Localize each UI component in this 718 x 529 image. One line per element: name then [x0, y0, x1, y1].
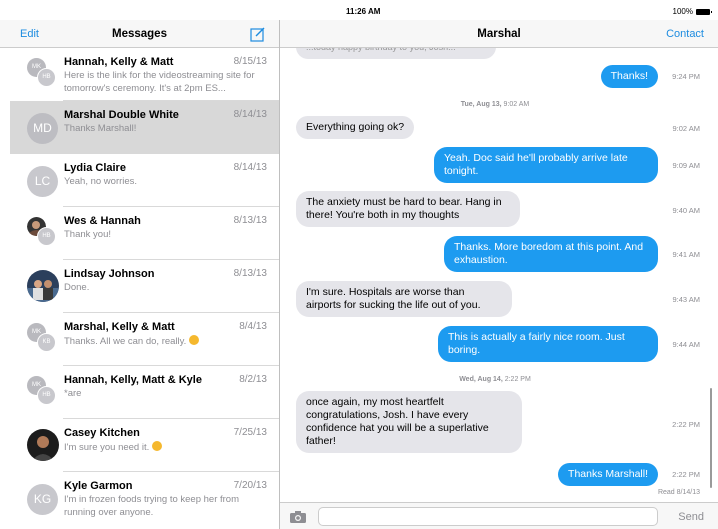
conversation-item-selected[interactable]: MD Marshal Double White 8/14/13 Thanks M… [10, 101, 279, 154]
compose-icon[interactable] [250, 26, 266, 42]
conversation-preview: Thanks. All we can do, really. [64, 335, 268, 349]
messages-nav-bar: Edit Messages [0, 20, 279, 48]
conversation-name: Marshal, Kelly & Matt [64, 321, 175, 333]
group-avatar: MK HB [27, 376, 59, 408]
conversation-item[interactable]: MK HB Hannah, Kelly & Matt 8/15/13 Here … [10, 48, 279, 101]
conversation-preview: Done. [64, 282, 90, 293]
conversation-item[interactable]: LC Lydia Claire 8/14/13 Yeah, no worries… [10, 154, 279, 207]
preview-text: I'm sure you need it. [64, 442, 150, 453]
message-time: 9:43 AM [672, 295, 700, 304]
conversation-date: 7/20/13 [233, 480, 267, 491]
conversation-item[interactable]: HB Wes & Hannah 8/13/13 Thank you! [10, 207, 279, 260]
message-bubble-outgoing: Thanks Marshall! [558, 463, 658, 486]
message-time: 9:02 AM [672, 124, 700, 133]
avatar: LC [27, 166, 58, 197]
conversation-nav-bar: Marshal Contact [280, 20, 718, 48]
conversation-date: 7/25/13 [233, 427, 267, 438]
conversation-name: Casey Kitchen [64, 427, 140, 439]
message-time: 9:44 AM [672, 340, 700, 349]
message-bubble-outgoing: This is actually a fairly nice room. Jus… [438, 326, 658, 362]
conversation-date: 8/15/13 [233, 56, 267, 67]
avatar: KG [27, 484, 58, 515]
message-bubble-outgoing: Thanks. More boredom at this point. And … [444, 236, 658, 272]
camera-icon[interactable] [290, 511, 306, 523]
message-bubble-incoming: Everything going ok? [296, 116, 415, 139]
preview-text: Thanks. All we can do, really. [64, 336, 187, 347]
conversation-name: Wes & Hannah [64, 215, 141, 227]
date-stamp: Wed, Aug 14, 2:22 PM [280, 376, 710, 383]
message-time: 9:24 PM [672, 72, 700, 81]
conversation-name: Kyle Garmon [64, 480, 133, 492]
date-stamp-day: Wed, Aug 14, [459, 376, 503, 383]
conversation-name: Lindsay Johnson [64, 268, 155, 280]
smiley-emoji-icon [188, 335, 199, 345]
conversation-preview: *are [64, 388, 82, 399]
message-time: 2:22 PM [672, 420, 700, 429]
conversation-date: 8/13/13 [233, 215, 267, 226]
conversation-preview: Thank you! [64, 229, 111, 240]
conversation-item[interactable]: KG Kyle Garmon 7/20/13 I'm in frozen foo… [10, 472, 279, 529]
group-avatar: MK KB [27, 323, 59, 355]
conversation-title: Marshal [477, 28, 521, 40]
conversation-item[interactable]: MK KB Marshal, Kelly & Matt 8/4/13 Thank… [10, 313, 279, 366]
contact-button[interactable]: Contact [666, 28, 704, 40]
conversation-date: 8/4/13 [239, 321, 267, 332]
scrollbar[interactable] [710, 388, 712, 488]
message-bubble-outgoing: Thanks! [600, 65, 658, 88]
message-time: 9:09 AM [672, 161, 700, 170]
conversation-preview: Yeah, no worries. [64, 176, 138, 187]
message-time: 2:22 PM [672, 470, 700, 479]
message-input-bar: Send [280, 502, 718, 529]
message-bubble-incoming: The anxiety must be hard to bear. Hang i… [296, 191, 520, 227]
conversation-preview: I'm in frozen foods trying to keep her f… [64, 494, 240, 518]
message-time: 9:41 AM [672, 250, 700, 259]
message-bubble-outgoing: Yeah. Doc said he'll probably arrive lat… [434, 147, 658, 183]
smiley-emoji-icon [151, 441, 162, 451]
photo-avatar [27, 429, 59, 461]
messages-title: Messages [112, 28, 167, 40]
conversation-item[interactable]: MK HB Hannah, Kelly, Matt & Kyle 8/2/13 … [10, 366, 279, 419]
message-time: 9:40 AM [672, 206, 700, 215]
avatar: MD [27, 113, 58, 144]
conversation-name: Marshal Double White [64, 109, 179, 121]
conversation-preview: Thanks Marshall! [64, 123, 137, 134]
date-stamp-time: 9:02 AM [503, 101, 530, 108]
date-stamp-time: 2:22 PM [504, 376, 531, 383]
conversation-item[interactable]: Casey Kitchen 7/25/13 I'm sure you need … [10, 419, 279, 472]
conversation-detail-pane: ...today happy birthday to you, Josh... … [280, 0, 718, 529]
date-stamp: Tue, Aug 13, 9:02 AM [280, 101, 710, 108]
read-receipt: Read 8/14/13 [657, 489, 700, 496]
send-button[interactable]: Send [678, 511, 704, 523]
conversation-date: 8/14/13 [233, 109, 267, 120]
conversation-item[interactable]: Lindsay Johnson 8/13/13 Done. [10, 260, 279, 313]
conversation-name: Hannah, Kelly, Matt & Kyle [64, 374, 202, 386]
conversation-preview: I'm sure you need it. [64, 441, 268, 455]
conversation-list-pane: Edit Messages MK HB Hannah, Kelly & Matt… [0, 0, 279, 529]
message-input[interactable] [318, 507, 658, 526]
conversation-name: Lydia Claire [64, 162, 126, 174]
photo-avatar [27, 270, 59, 302]
message-bubble-incoming: once again, my most heartfelt congratula… [296, 391, 522, 453]
conversation-date: 8/2/13 [239, 374, 267, 385]
conversation-date: 8/14/13 [233, 162, 267, 173]
message-bubble-incoming: I'm sure. Hospitals are worse than airpo… [296, 281, 512, 317]
date-stamp-day: Tue, Aug 13, [460, 101, 502, 108]
group-avatar: MK HB [27, 58, 59, 90]
conversation-date: 8/13/13 [233, 268, 267, 279]
conversation-name: Hannah, Kelly & Matt [64, 56, 174, 68]
group-avatar: HB [27, 217, 59, 249]
